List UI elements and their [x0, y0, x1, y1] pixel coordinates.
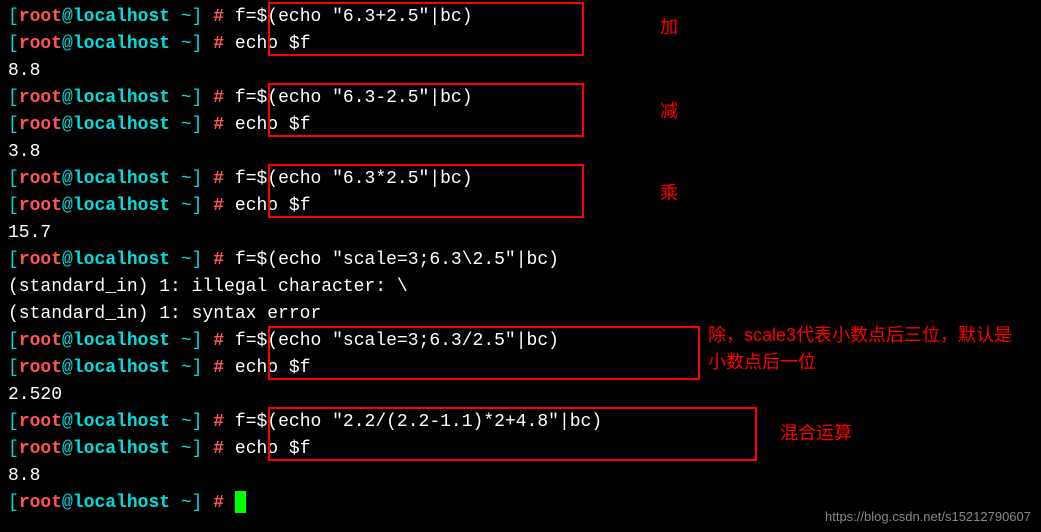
terminal-line: [root@localhost ~] # f=$(echo "6.3-2.5"|… [8, 85, 1033, 112]
output-text: (standard_in) 1: syntax error [8, 304, 321, 324]
command-text: echo $f [235, 115, 311, 135]
output-text: 3.8 [8, 142, 40, 162]
terminal-line: [root@localhost ~] # echo $f [8, 112, 1033, 139]
annotation-label: 减 [660, 98, 678, 125]
terminal-line: 8.8 [8, 58, 1033, 85]
terminal-line: [root@localhost ~] # f=$(echo "scale=3;6… [8, 247, 1033, 274]
command-text: f=$(echo "scale=3;6.3/2.5"|bc) [235, 331, 559, 351]
command-text: f=$(echo "2.2/(2.2-1.1)*2+4.8"|bc) [235, 412, 602, 432]
output-text: 8.8 [8, 61, 40, 81]
command-text: f=$(echo "6.3+2.5"|bc) [235, 7, 473, 27]
terminal-output: [root@localhost ~] # f=$(echo "6.3+2.5"|… [8, 4, 1033, 517]
command-text: f=$(echo "6.3*2.5"|bc) [235, 169, 473, 189]
command-text: echo $f [235, 196, 311, 216]
annotation-label: 加 [660, 14, 678, 41]
command-text: f=$(echo "scale=3;6.3\2.5"|bc) [235, 250, 559, 270]
output-text: (standard_in) 1: illegal character: \ [8, 277, 408, 297]
terminal-line: [root@localhost ~] # f=$(echo "6.3+2.5"|… [8, 4, 1033, 31]
terminal-line: [root@localhost ~] # echo $f [8, 436, 1033, 463]
command-text: echo $f [235, 358, 311, 378]
cursor[interactable] [235, 491, 246, 513]
terminal-line: 2.520 [8, 382, 1033, 409]
terminal-line: 8.8 [8, 463, 1033, 490]
terminal-line: (standard_in) 1: illegal character: \ [8, 274, 1033, 301]
command-text: echo $f [235, 439, 311, 459]
terminal-line: [root@localhost ~] # echo $f [8, 31, 1033, 58]
output-text: 15.7 [8, 223, 51, 243]
terminal-line: 15.7 [8, 220, 1033, 247]
output-text: 2.520 [8, 385, 62, 405]
output-text: 8.8 [8, 466, 40, 486]
terminal-line: 3.8 [8, 139, 1033, 166]
terminal-line: [root@localhost ~] # echo $f [8, 193, 1033, 220]
command-text: echo $f [235, 34, 311, 54]
annotation-label: 除，scale3代表小数点后三位，默认是小数点后一位 [708, 322, 1018, 376]
annotation-label: 混合运算 [780, 420, 852, 447]
command-text: f=$(echo "6.3-2.5"|bc) [235, 88, 473, 108]
terminal-line: [root@localhost ~] # f=$(echo "2.2/(2.2-… [8, 409, 1033, 436]
annotation-label: 乘 [660, 180, 678, 207]
terminal-line: [root@localhost ~] # f=$(echo "6.3*2.5"|… [8, 166, 1033, 193]
watermark: https://blog.csdn.net/s15212790607 [825, 507, 1031, 527]
